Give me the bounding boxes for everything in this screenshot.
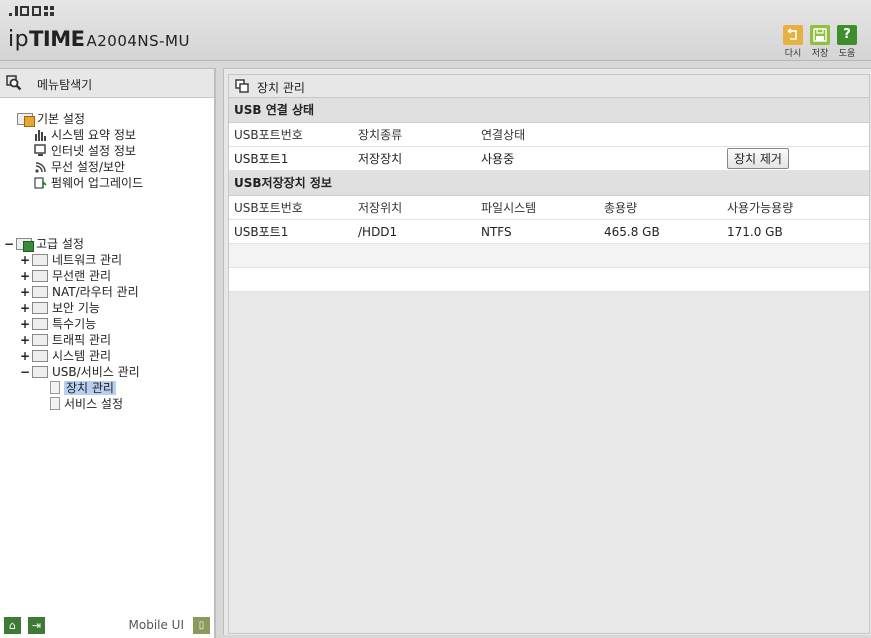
expand-icon: + — [20, 269, 31, 283]
help-button[interactable]: ? 도움 — [836, 25, 858, 59]
column-header: 저장위치 — [353, 196, 476, 220]
tree-item-usb-service[interactable]: − USB/서비스 관리 — [20, 364, 140, 380]
brand-ip: ip — [8, 27, 30, 52]
menu-explorer-header: 메뉴탐색기 — [0, 69, 214, 98]
advanced-settings-icon — [16, 238, 34, 252]
content-panel: 장치 관리 USB 연결 상태 USB포트번호 장치종류 연결상태 USB포트1… — [223, 68, 871, 635]
undo-button[interactable]: 다시 — [782, 25, 804, 59]
tree-item-wlan[interactable]: + 무선랜 관리 — [20, 268, 111, 284]
tree-item-firmware-upgrade[interactable]: 펌웨어 업그레이드 — [34, 175, 143, 191]
menu-explorer-panel: 메뉴탐색기 기본 설정 시스템 요약 정보 인터넷 설정 정보 무선 설정/보안… — [0, 68, 216, 638]
tree-item-security[interactable]: + 보안 기능 — [20, 300, 100, 316]
device-type-cell: 저장장치 — [353, 146, 476, 171]
undo-icon — [783, 25, 803, 45]
expand-icon: + — [20, 333, 31, 347]
brand-logo: ipTIME A2004NS-MU — [8, 27, 190, 52]
brand-time: TIME — [29, 27, 85, 51]
column-header: 총용량 — [599, 196, 722, 220]
column-header: 파일시스템 — [476, 196, 599, 220]
tree-item-traffic[interactable]: + 트래픽 관리 — [20, 332, 111, 348]
help-label: 도움 — [838, 49, 856, 59]
lock-icon — [32, 302, 48, 314]
firmware-icon — [34, 176, 47, 189]
wireless-icon — [34, 160, 47, 173]
bar-chart-icon — [34, 128, 47, 141]
help-icon: ? — [837, 25, 857, 45]
column-header: USB포트번호 — [229, 123, 353, 147]
remove-device-button[interactable]: 장치 제거 — [727, 148, 789, 169]
windows-icon — [235, 79, 249, 93]
page-icon — [50, 381, 60, 394]
storage-info-title: USB저장장치 정보 — [229, 171, 869, 196]
usb-status-title: USB 연결 상태 — [229, 98, 869, 123]
tree-item-network[interactable]: + 네트워크 관리 — [20, 252, 122, 268]
usb-status-table: USB포트번호 장치종류 연결상태 USB포트1 저장장치 사용중 장치 제거 — [229, 123, 869, 171]
usb-icon — [32, 366, 48, 378]
menu-footer: ⌂ ⇥ Mobile UI ▯ — [0, 614, 214, 638]
home-icon: ⌂ — [9, 619, 16, 632]
tree-item-device-management[interactable]: 장치 관리 — [50, 380, 116, 396]
tree-item-wireless-security[interactable]: 무선 설정/보안 — [34, 159, 125, 175]
collapse-icon: − — [4, 237, 15, 251]
network-icon — [32, 254, 48, 266]
mobile-ui-button[interactable]: ▯ — [193, 617, 210, 634]
top-bar: ipTIME A2004NS-MU 다시 저장 ? 도움 — [0, 0, 871, 61]
save-button[interactable]: 저장 — [809, 25, 831, 59]
menu-search-icon — [6, 75, 22, 91]
table-header-row: USB포트번호 저장위치 파일시스템 총용량 사용가능용량 — [229, 196, 869, 220]
save-icon — [810, 25, 830, 45]
mobile-ui-link[interactable]: Mobile UI — [129, 618, 185, 632]
special-icon — [32, 318, 48, 330]
column-header: USB포트번호 — [229, 196, 353, 220]
storage-info-table: USB포트번호 저장위치 파일시스템 총용량 사용가능용량 USB포트1 /HD… — [229, 196, 869, 244]
tree-item-special[interactable]: + 특수기능 — [20, 316, 96, 332]
system-icon — [32, 350, 48, 362]
column-header: 장치종류 — [353, 123, 476, 147]
home-button[interactable]: ⌂ — [4, 617, 21, 634]
expand-icon: + — [20, 253, 31, 267]
expand-icon: + — [20, 285, 31, 299]
table-header-row: USB포트번호 장치종류 연결상태 — [229, 123, 869, 147]
column-header: 사용가능용량 — [722, 196, 869, 220]
undo-label: 다시 — [784, 49, 802, 59]
collapse-icon: − — [20, 365, 31, 379]
mobile-phone-icon: ▯ — [198, 620, 205, 631]
tree-item-nat-router[interactable]: + NAT/라우터 관리 — [20, 284, 139, 300]
tree-item-system-summary[interactable]: 시스템 요약 정보 — [34, 127, 136, 143]
usb-port-cell: USB포트1 — [229, 146, 353, 171]
tree-item-service-settings[interactable]: 서비스 설정 — [50, 396, 123, 412]
connection-status-cell: 사용중 — [476, 146, 599, 171]
traffic-icon — [32, 334, 48, 346]
monitor-icon — [34, 144, 47, 157]
expand-icon: + — [20, 349, 31, 363]
page-icon — [50, 397, 60, 410]
total-capacity-cell: 465.8 GB — [599, 219, 722, 244]
content-header: 장치 관리 — [229, 75, 869, 98]
available-capacity-cell: 171.0 GB — [722, 219, 869, 244]
device-management-content: 장치 관리 USB 연결 상태 USB포트번호 장치종류 연결상태 USB포트1… — [228, 74, 870, 634]
empty-row — [229, 268, 869, 292]
usb-port-cell: USB포트1 — [229, 219, 353, 244]
save-label: 저장 — [811, 49, 829, 59]
tree-basic-settings[interactable]: 기본 설정 — [17, 111, 85, 127]
tree-item-internet-info[interactable]: 인터넷 설정 정보 — [34, 143, 136, 159]
expand-icon: + — [20, 301, 31, 315]
mount-path-cell: /HDD1 — [353, 219, 476, 244]
page-title: 장치 관리 — [257, 81, 305, 95]
basic-settings-icon — [17, 113, 35, 127]
router-model: A2004NS-MU — [86, 32, 190, 50]
menu-explorer-title: 메뉴탐색기 — [37, 78, 93, 92]
logout-button[interactable]: ⇥ — [28, 617, 45, 634]
column-header: 연결상태 — [476, 123, 599, 147]
empty-row — [229, 244, 869, 268]
table-row: USB포트1 /HDD1 NTFS 465.8 GB 171.0 GB — [229, 219, 869, 244]
tree-advanced-settings[interactable]: − 고급 설정 — [4, 236, 84, 252]
expand-icon: + — [20, 317, 31, 331]
router-icon — [32, 286, 48, 298]
table-row: USB포트1 저장장치 사용중 장치 제거 — [229, 146, 869, 171]
filesystem-cell: NTFS — [476, 219, 599, 244]
logout-icon: ⇥ — [31, 619, 42, 632]
wlan-icon — [32, 270, 48, 282]
tree-item-system[interactable]: + 시스템 관리 — [20, 348, 111, 364]
